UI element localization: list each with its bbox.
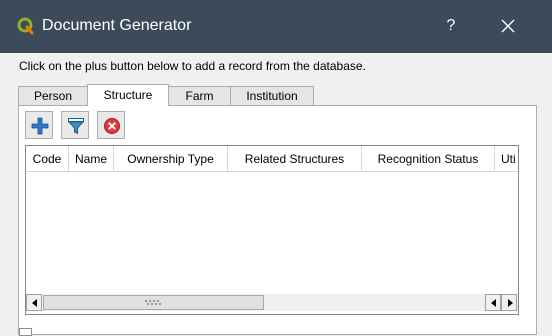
records-table[interactable]: Code Name Ownership Type Related Structu… <box>25 145 519 315</box>
scroll-thumb[interactable] <box>43 295 264 310</box>
close-icon <box>501 19 515 33</box>
tab-label: Farm <box>185 89 214 103</box>
column-header-related-structures[interactable]: Related Structures <box>228 146 362 172</box>
tab-label: Person <box>33 89 73 103</box>
filter-button[interactable] <box>61 111 89 139</box>
arrow-right-icon <box>508 299 513 307</box>
tab-institution[interactable]: Institution <box>230 86 314 105</box>
arrow-left-icon <box>491 299 496 307</box>
qgis-logo-icon <box>17 17 34 35</box>
help-button[interactable]: ? <box>434 6 468 46</box>
scroll-left-button-right[interactable] <box>485 294 501 311</box>
tab-farm[interactable]: Farm <box>168 86 231 105</box>
checkbox[interactable] <box>19 328 32 336</box>
column-header-ownership-type[interactable]: Ownership Type <box>114 146 228 172</box>
scroll-left-button[interactable] <box>26 294 42 311</box>
add-record-button[interactable] <box>25 111 53 139</box>
add-icon <box>31 117 49 135</box>
tab-person[interactable]: Person <box>18 86 88 105</box>
column-header-code[interactable]: Code <box>26 146 69 172</box>
document-generator-dialog: Document Generator ? Click on the plus b… <box>0 0 552 336</box>
close-button[interactable] <box>490 6 526 46</box>
remove-record-button[interactable] <box>97 111 125 139</box>
tab-structure[interactable]: Structure <box>87 84 169 106</box>
title-bar[interactable]: Document Generator ? <box>0 0 552 53</box>
column-header-uti[interactable]: Uti <box>495 146 518 172</box>
remove-icon <box>104 118 120 134</box>
tab-label: Institution <box>246 89 298 103</box>
column-header-name[interactable]: Name <box>69 146 114 172</box>
table-header: Code Name Ownership Type Related Structu… <box>26 146 518 173</box>
filter-icon <box>67 118 85 135</box>
horizontal-scrollbar[interactable] <box>26 294 518 311</box>
instruction-text: Click on the plus button below to add a … <box>19 59 366 73</box>
scroll-right-button[interactable] <box>501 294 517 311</box>
grip-icon <box>145 300 161 305</box>
arrow-left-icon <box>32 299 37 307</box>
tab-label: Structure <box>103 88 153 102</box>
column-header-recognition-status[interactable]: Recognition Status <box>362 146 495 172</box>
window-title: Document Generator <box>42 17 192 34</box>
